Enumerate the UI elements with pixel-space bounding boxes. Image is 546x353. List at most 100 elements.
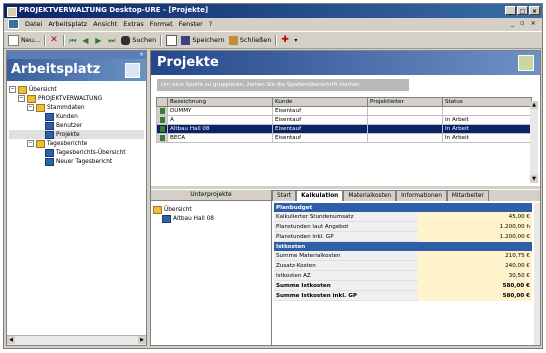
subproject-node[interactable]: Altbau Hall 08 xyxy=(153,214,269,223)
table-row[interactable]: Altbau Hall 08 Eisentauf In Arbeit xyxy=(156,124,532,134)
column-header-bezeichnung[interactable]: Bezeichnung xyxy=(167,97,273,107)
property-value[interactable]: 1.200,00 h xyxy=(418,221,532,232)
property-value[interactable]: 1.200,00 € xyxy=(418,231,532,242)
subprojects-tree: Übersicht Altbau Hall 08 xyxy=(151,201,271,227)
toolbar-separator xyxy=(160,34,163,46)
table-cell[interactable]: A xyxy=(167,115,273,125)
toolbar-overflow[interactable]: ▾ xyxy=(294,37,297,44)
tree-node[interactable]: − PROJEKTVERWALTUNG xyxy=(9,94,144,103)
table-row[interactable]: DUMMY Eisentauf xyxy=(156,106,532,116)
row-indicator-header xyxy=(156,97,168,107)
tab-materialkosten[interactable]: Materialkosten xyxy=(343,190,397,201)
expander-toggle[interactable]: − xyxy=(9,86,16,93)
table-cell[interactable]: Eisentauf xyxy=(272,124,368,134)
table-cell[interactable] xyxy=(367,133,443,143)
section-header: Planbudget xyxy=(274,203,532,212)
property-value[interactable]: 30,50 € xyxy=(418,270,532,281)
menu-fenster[interactable]: Fenster xyxy=(179,20,203,28)
table-cell[interactable] xyxy=(442,106,532,116)
tab-informationen[interactable]: Informationen xyxy=(396,190,447,201)
table-row[interactable]: A Eisentauf In Arbeit xyxy=(156,115,532,125)
tree-node[interactable]: Neuer Tagesbericht xyxy=(9,157,144,166)
table-cell[interactable]: Eisentauf xyxy=(272,133,368,143)
tree-node[interactable]: − Übersicht xyxy=(9,85,144,94)
previous-record-icon[interactable]: ◀ xyxy=(82,36,91,45)
tab-kalkulation[interactable]: Kalkulation xyxy=(296,190,344,201)
table-cell[interactable]: Eisentauf xyxy=(272,115,368,125)
grid-vertical-scrollbar[interactable]: ▲ ▼ xyxy=(530,101,538,183)
table-cell[interactable]: BECA xyxy=(167,133,273,143)
delete-icon[interactable]: ✕ xyxy=(50,35,59,45)
horizontal-scrollbar[interactable]: ◀ ▶ xyxy=(7,335,146,345)
group-by-area[interactable]: Um eine Spalte zu gruppieren, ziehen Sie… xyxy=(157,79,409,91)
next-record-icon[interactable]: ▶ xyxy=(95,36,104,45)
help-icon[interactable]: ✚ xyxy=(281,35,290,45)
tree-node[interactable]: − Stammdaten xyxy=(9,103,144,112)
property-value[interactable]: 580,00 € xyxy=(418,280,532,291)
property-value[interactable]: 580,00 € xyxy=(418,290,532,301)
table-cell[interactable]: In Arbeit xyxy=(442,115,532,125)
property-value[interactable]: 240,00 € xyxy=(418,260,532,271)
property-value[interactable]: 210,75 € xyxy=(418,251,532,261)
tree-node[interactable]: Benutzer xyxy=(9,121,144,130)
search-button[interactable]: Suchen xyxy=(121,35,156,45)
close-panel-icon[interactable]: × xyxy=(139,51,144,58)
close-button[interactable]: × xyxy=(529,6,540,15)
tab-mitarbeiter[interactable]: Mitarbeiter xyxy=(446,190,489,201)
table-cell[interactable] xyxy=(367,124,443,134)
menu-format[interactable]: Format xyxy=(150,20,173,28)
minimize-button[interactable]: _ xyxy=(505,6,516,15)
tree-node[interactable]: Projekte xyxy=(9,130,144,139)
menu-arbeitsplatz[interactable]: Arbeitsplatz xyxy=(48,20,87,28)
menu-ansicht[interactable]: Ansicht xyxy=(93,20,117,28)
property-row: Summe Istkosten 580,00 € xyxy=(274,280,532,291)
table-cell[interactable]: Altbau Hall 08 xyxy=(167,124,273,134)
menu-help[interactable]: ? xyxy=(209,20,212,28)
toolbar: Neu... ✕ ⏮ ◀ ▶ ⏭ Suchen Speichern Schlie… xyxy=(4,31,542,49)
edit-icon[interactable] xyxy=(518,55,534,71)
tree-node[interactable]: − Tagesberichte xyxy=(9,139,144,148)
first-record-icon[interactable]: ⏮ xyxy=(69,36,78,45)
menu-extras[interactable]: Extras xyxy=(123,20,144,28)
scroll-left-arrow[interactable]: ◀ xyxy=(7,336,15,344)
table-cell[interactable] xyxy=(367,115,443,125)
print-icon[interactable] xyxy=(166,34,178,46)
subproject-node[interactable]: Übersicht xyxy=(153,205,269,214)
toolbar-separator xyxy=(63,34,66,46)
table-cell[interactable]: In Arbeit xyxy=(442,124,532,134)
folder-icon xyxy=(36,103,45,112)
tree-node[interactable]: Kunden xyxy=(9,112,144,121)
column-header-kunde[interactable]: Kunde xyxy=(272,97,368,107)
last-record-icon[interactable]: ⏭ xyxy=(108,36,117,45)
save-label: Speichern xyxy=(192,36,225,44)
expander-toggle[interactable]: − xyxy=(27,104,34,111)
tree-node[interactable]: Tagesberichts-Übersicht xyxy=(9,148,144,157)
tab-start[interactable]: Start xyxy=(272,190,297,201)
tree-node-label: Neuer Tagesbericht xyxy=(56,158,113,165)
application-window: PROJEKTVERWALTUNG Desktop-URE - [Projekt… xyxy=(3,3,543,349)
title-bar[interactable]: PROJEKTVERWALTUNG Desktop-URE - [Projekt… xyxy=(4,4,542,18)
scroll-up-arrow[interactable]: ▲ xyxy=(530,101,538,109)
scroll-right-arrow[interactable]: ▶ xyxy=(138,336,146,344)
table-cell[interactable]: Eisentauf xyxy=(272,106,368,116)
table-row[interactable]: BECA Eisentauf In Arbeit xyxy=(156,133,532,143)
expander-toggle[interactable]: − xyxy=(18,95,25,102)
pane-splitter[interactable] xyxy=(151,186,540,189)
table-cell[interactable]: DUMMY xyxy=(167,106,273,116)
maximize-button[interactable]: □ xyxy=(517,6,528,15)
save-button[interactable]: Speichern xyxy=(181,35,225,45)
mdi-controls[interactable]: _ ▫ × xyxy=(511,19,538,27)
property-label: Summe Materialkosten xyxy=(274,251,418,261)
scroll-down-arrow[interactable]: ▼ xyxy=(530,175,538,183)
table-cell[interactable] xyxy=(367,106,443,116)
folder-icon xyxy=(153,205,162,214)
column-header-projektleiter[interactable]: Projektleiter xyxy=(367,97,443,107)
column-header-status[interactable]: Status xyxy=(442,97,532,107)
property-value[interactable]: 45,00 € xyxy=(418,212,532,222)
close-record-button[interactable]: Schließen xyxy=(228,35,271,45)
menu-datei[interactable]: Datei xyxy=(25,20,42,28)
new-button[interactable]: Neu... xyxy=(8,34,40,46)
table-cell[interactable]: In Arbeit xyxy=(442,133,532,143)
details-scrollbar[interactable] xyxy=(534,203,540,345)
expander-toggle[interactable]: − xyxy=(27,140,34,147)
